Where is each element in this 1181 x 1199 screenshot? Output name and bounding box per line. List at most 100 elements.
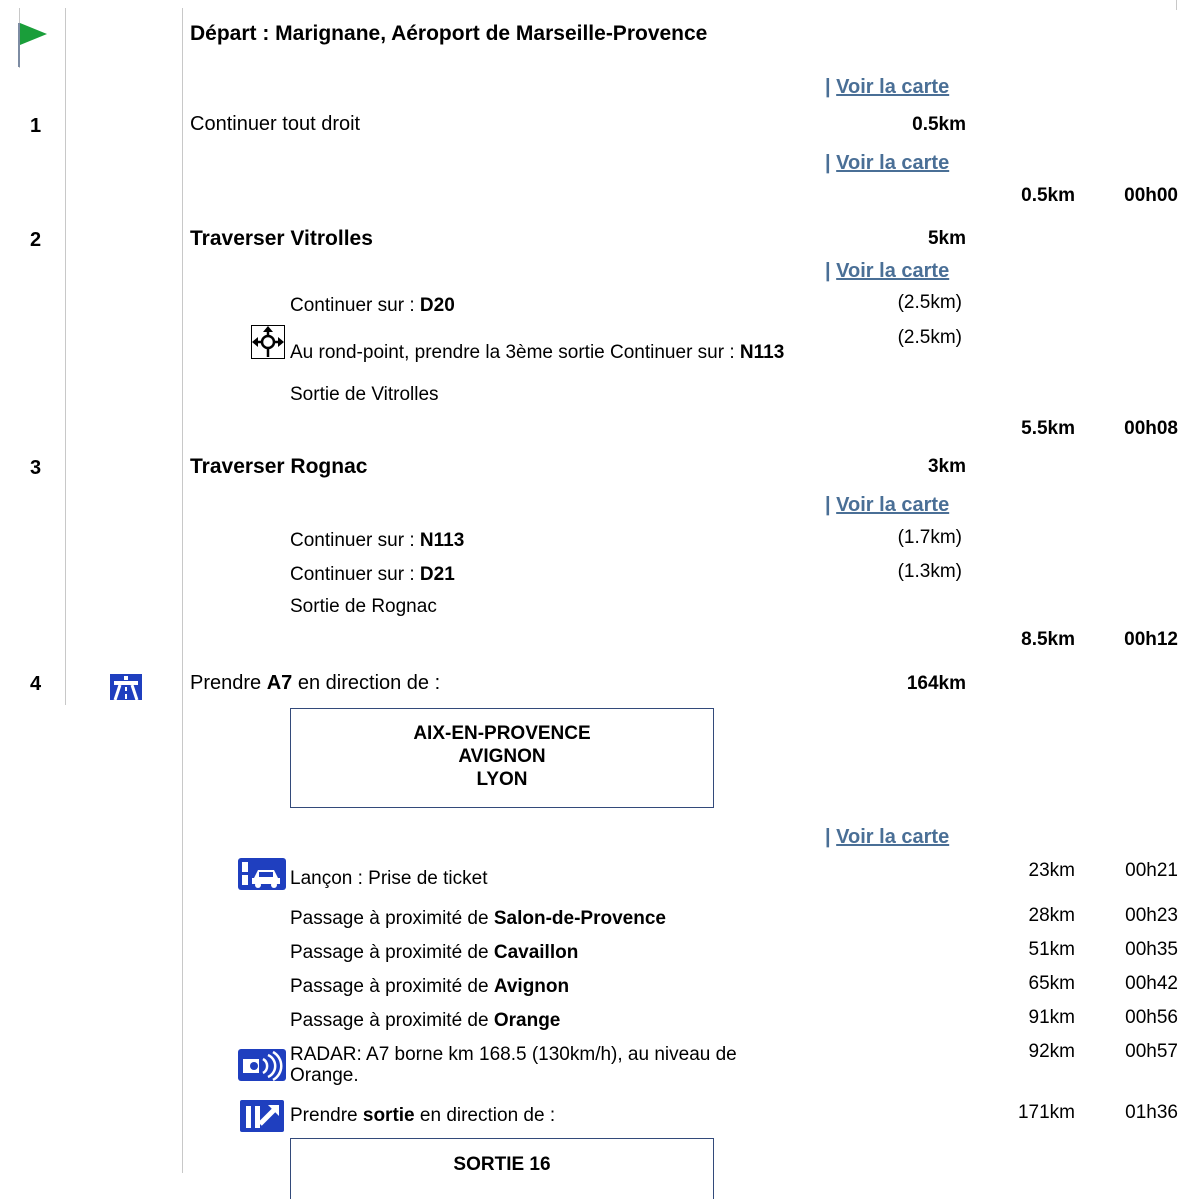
- map-link-row: | Voir la carte: [825, 826, 949, 849]
- event-text: Passage à proximité de Avignon: [290, 976, 569, 998]
- detail-line: Continuer sur : D21: [290, 564, 455, 586]
- place-name: Cavaillon: [493, 942, 579, 963]
- exit-icon: [240, 1100, 284, 1132]
- place-name: Orange: [493, 1010, 561, 1031]
- step-instruction: Continuer tout droit: [190, 113, 361, 135]
- detail-prefix: Continuer sur :: [290, 295, 420, 316]
- road-name: D20: [419, 295, 455, 316]
- instruction-prefix: Prendre: [190, 672, 267, 694]
- step-distance: 3km: [927, 456, 966, 477]
- map-link-row: | Voir la carte: [825, 76, 949, 99]
- detail-line: Au rond-point, prendre la 3ème sortie Co…: [290, 342, 784, 364]
- voir-la-carte-link[interactable]: Voir la carte: [836, 260, 949, 282]
- map-link-row: | Voir la carte: [825, 260, 949, 283]
- event-km: 23km: [1028, 860, 1075, 881]
- event-prefix: Passage à proximité de: [290, 942, 494, 963]
- direction-sign: AIX-EN-PROVENCE AVIGNON LYON: [290, 708, 714, 808]
- map-link-row: | Voir la carte: [825, 494, 949, 517]
- event-prefix: Passage à proximité de: [290, 976, 494, 997]
- voir-la-carte-link[interactable]: Voir la carte: [836, 826, 949, 848]
- link-separator: |: [825, 494, 831, 516]
- detail-prefix: Continuer sur :: [290, 530, 420, 551]
- road-name: N113: [419, 530, 465, 551]
- start-flag-icon: [18, 23, 47, 67]
- event-km: 65km: [1028, 973, 1075, 994]
- event-time: 00h35: [1125, 939, 1178, 960]
- detail-distance: (2.5km): [897, 292, 962, 313]
- step-distance: 0.5km: [912, 114, 966, 135]
- event-km: 91km: [1028, 1007, 1075, 1028]
- roundabout-icon: [251, 325, 285, 359]
- column-divider: [65, 8, 66, 705]
- event-time: 00h56: [1125, 1007, 1178, 1028]
- step-title: Traverser Rognac: [190, 455, 368, 478]
- event-prefix: Passage à proximité de: [290, 908, 494, 929]
- instruction-suffix: en direction de :: [292, 672, 441, 694]
- step-number: 3: [30, 457, 42, 479]
- detail-line: Continuer sur : N113: [290, 530, 464, 552]
- step-number: 1: [30, 115, 42, 137]
- event-time: 00h21: [1125, 860, 1178, 881]
- event-time: 01h36: [1125, 1102, 1178, 1123]
- event-text: Passage à proximité de Orange: [290, 1010, 560, 1032]
- event-suffix: en direction de :: [414, 1105, 556, 1126]
- link-separator: |: [825, 260, 831, 282]
- event-text: Prendre sortie en direction de :: [290, 1105, 555, 1127]
- step-distance: 164km: [906, 673, 966, 694]
- road-name: A7: [266, 672, 293, 694]
- cumulative-distance: 5.5km: [1021, 418, 1075, 439]
- cumulative-distance: 8.5km: [1021, 629, 1075, 650]
- cumulative-time: 00h00: [1124, 185, 1178, 206]
- step-title: Traverser Vitrolles: [190, 227, 373, 250]
- link-separator: |: [825, 826, 831, 848]
- road-name: N113: [739, 342, 785, 363]
- exit-sign: SORTIE 16: [290, 1138, 714, 1199]
- step-number: 4: [30, 673, 42, 695]
- event-text: Passage à proximité de Salon-de-Provence: [290, 908, 666, 930]
- voir-la-carte-link[interactable]: Voir la carte: [836, 494, 949, 516]
- map-link-row: | Voir la carte: [825, 152, 949, 175]
- cumulative-time: 00h08: [1124, 418, 1178, 439]
- cumulative-distance: 0.5km: [1021, 185, 1075, 206]
- detail-distance: (1.3km): [897, 561, 962, 582]
- event-time: 00h57: [1125, 1041, 1178, 1062]
- depart-label: Départ : Marignane, Aéroport de Marseill…: [190, 22, 708, 45]
- detail-line: Sortie de Vitrolles: [290, 384, 439, 405]
- event-time: 00h23: [1125, 905, 1178, 926]
- column-divider: [1176, 0, 1177, 10]
- detail-line: Continuer sur : D20: [290, 295, 455, 317]
- voir-la-carte-link[interactable]: Voir la carte: [836, 76, 949, 98]
- detail-prefix: Au rond-point, prendre la 3ème sortie Co…: [290, 342, 740, 363]
- event-text: Passage à proximité de Cavaillon: [290, 942, 578, 964]
- place-name: Avignon: [493, 976, 570, 997]
- event-km: 51km: [1028, 939, 1075, 960]
- event-prefix: Passage à proximité de: [290, 1010, 494, 1031]
- sign-destination: LYON: [476, 769, 528, 790]
- step-number: 2: [30, 229, 42, 251]
- event-text: RADAR: A7 borne km 168.5 (130km/h), au n…: [290, 1044, 737, 1086]
- radar-icon: [238, 1049, 286, 1081]
- detail-prefix: Continuer sur :: [290, 564, 420, 585]
- column-divider: [182, 8, 183, 1173]
- road-name: D21: [419, 564, 455, 585]
- sign-destination: AIX-EN-PROVENCE: [413, 723, 591, 744]
- event-km: 92km: [1028, 1041, 1075, 1062]
- detail-distance: (1.7km): [897, 527, 962, 548]
- event-bold: sortie: [362, 1105, 415, 1126]
- event-text: Lançon : Prise de ticket: [290, 868, 488, 889]
- detail-distance: (2.5km): [897, 327, 962, 348]
- event-time: 00h42: [1125, 973, 1178, 994]
- link-separator: |: [825, 152, 831, 174]
- event-line: RADAR: A7 borne km 168.5 (130km/h), au n…: [290, 1044, 737, 1065]
- event-line: Orange.: [290, 1065, 359, 1086]
- cumulative-time: 00h12: [1124, 629, 1178, 650]
- voir-la-carte-link[interactable]: Voir la carte: [836, 152, 949, 174]
- toll-ticket-icon: [238, 858, 286, 890]
- event-km: 28km: [1028, 905, 1075, 926]
- event-km: 171km: [1017, 1102, 1075, 1123]
- step-instruction: Prendre A7 en direction de :: [190, 672, 440, 695]
- link-separator: |: [825, 76, 831, 98]
- highway-icon: [108, 670, 144, 702]
- detail-line: Sortie de Rognac: [290, 596, 437, 617]
- step-distance: 5km: [927, 228, 966, 249]
